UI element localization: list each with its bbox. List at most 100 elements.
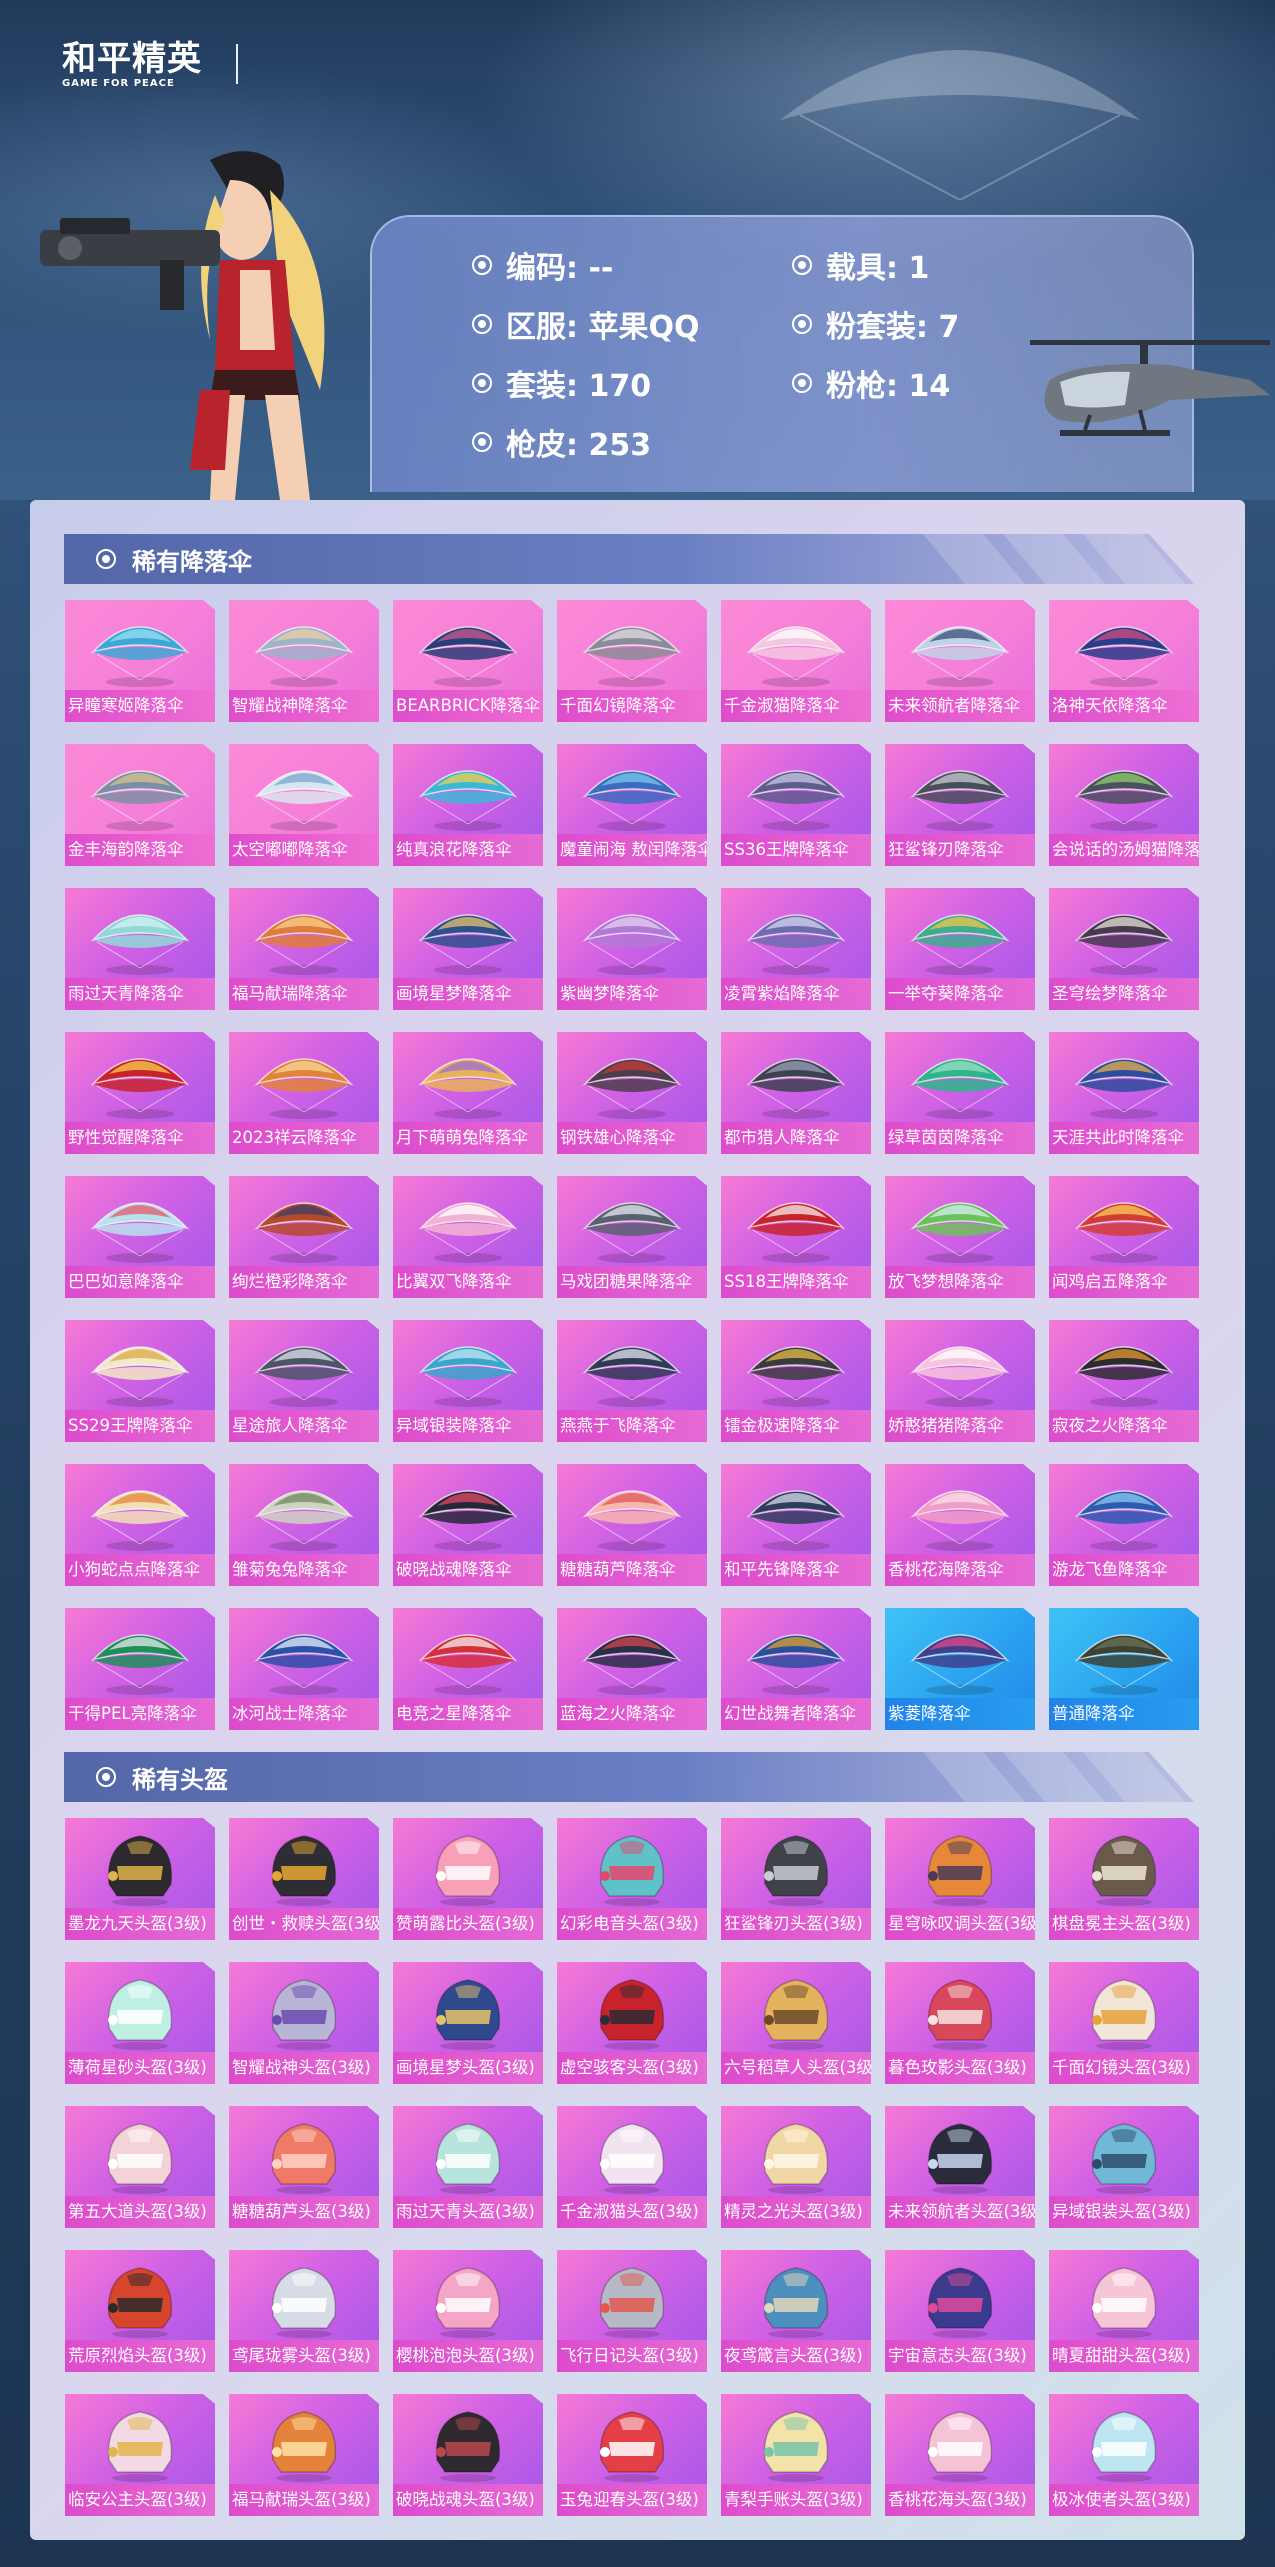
parachute-card[interactable]: 紫菱降落伞 — [885, 1608, 1035, 1730]
helmet-card[interactable]: 第五大道头盔(3级) — [65, 2106, 215, 2228]
parachute-card[interactable]: 太空嘟嘟降落伞 — [229, 744, 379, 866]
parachute-card[interactable]: 镭金极速降落伞 — [721, 1320, 871, 1442]
parachute-card[interactable]: 月下萌萌兔降落伞 — [393, 1032, 543, 1154]
helmet-card[interactable]: 福马献瑞头盔(3级) — [229, 2394, 379, 2516]
parachute-card[interactable]: 凌霄紫焰降落伞 — [721, 888, 871, 1010]
parachute-card[interactable]: 雨过天青降落伞 — [65, 888, 215, 1010]
parachute-card[interactable]: 金丰海韵降落伞 — [65, 744, 215, 866]
parachute-card[interactable]: 娇憨猪猪降落伞 — [885, 1320, 1035, 1442]
helmet-card[interactable]: 青梨手账头盔(3级) — [721, 2394, 871, 2516]
helmet-card[interactable]: 墨龙九天头盔(3级) — [65, 1818, 215, 1940]
helmet-card[interactable]: 夜鸢箴言头盔(3级) — [721, 2250, 871, 2372]
helmet-card[interactable]: 智耀战神头盔(3级) — [229, 1962, 379, 2084]
parachute-card[interactable]: 闻鸡启五降落伞 — [1049, 1176, 1199, 1298]
parachute-card[interactable]: 一举夺葵降落伞 — [885, 888, 1035, 1010]
helmet-icon — [271, 1835, 337, 1906]
helmet-card[interactable]: 宇宙意志头盔(3级) — [885, 2250, 1035, 2372]
parachute-card[interactable]: 放飞梦想降落伞 — [885, 1176, 1035, 1298]
helmet-card[interactable]: 异域银装头盔(3级) — [1049, 2106, 1199, 2228]
helmet-card[interactable]: 飞行日记头盔(3级) — [557, 2250, 707, 2372]
parachute-card[interactable]: 游龙飞鱼降落伞 — [1049, 1464, 1199, 1586]
parachute-card[interactable]: 香桃花海降落伞 — [885, 1464, 1035, 1586]
parachute-card[interactable]: 破晓战魂降落伞 — [393, 1464, 543, 1586]
helmet-card[interactable]: 极冰使者头盔(3级) — [1049, 2394, 1199, 2516]
parachute-card[interactable]: BEARBRICK降落伞 — [393, 600, 543, 722]
parachute-icon — [90, 1346, 190, 1407]
parachute-card[interactable]: 异域银装降落伞 — [393, 1320, 543, 1442]
parachute-card[interactable]: 小狗蛇点点降落伞 — [65, 1464, 215, 1586]
helmet-card[interactable]: 糖糖葫芦头盔(3级) — [229, 2106, 379, 2228]
helmet-card[interactable]: 未来领航者头盔(3级) — [885, 2106, 1035, 2228]
helmet-card[interactable]: 赞萌露比头盔(3级) — [393, 1818, 543, 1940]
helmet-card[interactable]: 幻彩电音头盔(3级) — [557, 1818, 707, 1940]
parachute-card[interactable]: 寂夜之火降落伞 — [1049, 1320, 1199, 1442]
helmet-card[interactable]: 狂鲨锋刃头盔(3级) — [721, 1818, 871, 1940]
helmet-card[interactable]: 创世・救赎头盔(3级) — [229, 1818, 379, 1940]
parachute-card[interactable]: 电竞之星降落伞 — [393, 1608, 543, 1730]
parachute-card[interactable]: 异瞳寒姬降落伞 — [65, 600, 215, 722]
helmet-card[interactable]: 玉兔迎春头盔(3级) — [557, 2394, 707, 2516]
helmet-card[interactable]: 棋盘冕主头盔(3级) — [1049, 1818, 1199, 1940]
helmet-card[interactable]: 星穹咏叹调头盔(3级) — [885, 1818, 1035, 1940]
parachute-icon — [582, 1490, 682, 1551]
helmet-card[interactable]: 香桃花海头盔(3级) — [885, 2394, 1035, 2516]
parachute-card[interactable]: 钢铁雄心降落伞 — [557, 1032, 707, 1154]
parachute-card[interactable]: 画境星梦降落伞 — [393, 888, 543, 1010]
parachute-card[interactable]: 魔童闹海 敖闰降落伞 — [557, 744, 707, 866]
parachute-icon — [90, 1634, 190, 1695]
parachute-card[interactable]: 天涯共此时降落伞 — [1049, 1032, 1199, 1154]
helmet-card[interactable]: 千金淑猫头盔(3级) — [557, 2106, 707, 2228]
helmet-card[interactable]: 薄荷星砂头盔(3级) — [65, 1962, 215, 2084]
parachute-card[interactable]: 紫幽梦降落伞 — [557, 888, 707, 1010]
helmet-icon — [763, 2411, 829, 2482]
parachute-card[interactable]: 星途旅人降落伞 — [229, 1320, 379, 1442]
parachute-card[interactable]: 都市猎人降落伞 — [721, 1032, 871, 1154]
parachute-card[interactable]: 千金淑猫降落伞 — [721, 600, 871, 722]
helmet-card[interactable]: 雨过天青头盔(3级) — [393, 2106, 543, 2228]
parachute-card[interactable]: 绿草茵茵降落伞 — [885, 1032, 1035, 1154]
parachute-card[interactable]: SS29王牌降落伞 — [65, 1320, 215, 1442]
parachute-card[interactable]: 糖糖葫芦降落伞 — [557, 1464, 707, 1586]
helmet-card-label: 棋盘冕主头盔(3级) — [1049, 1908, 1199, 1940]
helmet-card[interactable]: 晴夏甜甜头盔(3级) — [1049, 2250, 1199, 2372]
parachute-card[interactable]: 雏菊兔兔降落伞 — [229, 1464, 379, 1586]
parachute-card[interactable]: SS36王牌降落伞 — [721, 744, 871, 866]
parachute-card[interactable]: 和平先锋降落伞 — [721, 1464, 871, 1586]
parachute-card[interactable]: 狂鲨锋刃降落伞 — [885, 744, 1035, 866]
helmet-card[interactable]: 暮色玫影头盔(3级) — [885, 1962, 1035, 2084]
parachute-card[interactable]: 福马献瑞降落伞 — [229, 888, 379, 1010]
parachute-card[interactable]: 普通降落伞 — [1049, 1608, 1199, 1730]
parachute-card[interactable]: 洛神天依降落伞 — [1049, 600, 1199, 722]
helmet-card[interactable]: 精灵之光头盔(3级) — [721, 2106, 871, 2228]
parachute-card[interactable]: 圣穹绘梦降落伞 — [1049, 888, 1199, 1010]
helmet-card[interactable]: 画境星梦头盔(3级) — [393, 1962, 543, 2084]
parachute-card[interactable]: 未来领航者降落伞 — [885, 600, 1035, 722]
helmet-card[interactable]: 鸢尾珑雾头盔(3级) — [229, 2250, 379, 2372]
parachute-card[interactable]: 比翼双飞降落伞 — [393, 1176, 543, 1298]
parachute-card[interactable]: 会说话的汤姆猫降落伞 — [1049, 744, 1199, 866]
info-code-text: 编码: -- — [506, 251, 614, 286]
parachute-card[interactable]: 千面幻镜降落伞 — [557, 600, 707, 722]
parachute-card[interactable]: SS18王牌降落伞 — [721, 1176, 871, 1298]
parachute-card[interactable]: 幻世战舞者降落伞 — [721, 1608, 871, 1730]
parachute-card[interactable]: 巴巴如意降落伞 — [65, 1176, 215, 1298]
parachute-card[interactable]: 蓝海之火降落伞 — [557, 1608, 707, 1730]
section-title-text: 稀有降落伞 — [132, 547, 252, 576]
section-title: 稀有头盔 — [94, 1752, 228, 1802]
helmet-card[interactable]: 虚空骇客头盔(3级) — [557, 1962, 707, 2084]
helmet-card[interactable]: 樱桃泡泡头盔(3级) — [393, 2250, 543, 2372]
helmet-card[interactable]: 破晓战魂头盔(3级) — [393, 2394, 543, 2516]
parachute-card[interactable]: 马戏团糖果降落伞 — [557, 1176, 707, 1298]
parachute-card[interactable]: 燕燕于飞降落伞 — [557, 1320, 707, 1442]
helmet-card[interactable]: 六号稻草人头盔(3级) — [721, 1962, 871, 2084]
parachute-card[interactable]: 干得PEL亮降落伞 — [65, 1608, 215, 1730]
parachute-card[interactable]: 冰河战士降落伞 — [229, 1608, 379, 1730]
parachute-card[interactable]: 智耀战神降落伞 — [229, 600, 379, 722]
parachute-card[interactable]: 绚烂橙彩降落伞 — [229, 1176, 379, 1298]
parachute-card[interactable]: 野性觉醒降落伞 — [65, 1032, 215, 1154]
parachute-card[interactable]: 2023祥云降落伞 — [229, 1032, 379, 1154]
helmet-card[interactable]: 临安公主头盔(3级) — [65, 2394, 215, 2516]
helmet-card[interactable]: 荒原烈焰头盔(3级) — [65, 2250, 215, 2372]
helmet-card[interactable]: 千面幻镜头盔(3级) — [1049, 1962, 1199, 2084]
parachute-card[interactable]: 纯真浪花降落伞 — [393, 744, 543, 866]
